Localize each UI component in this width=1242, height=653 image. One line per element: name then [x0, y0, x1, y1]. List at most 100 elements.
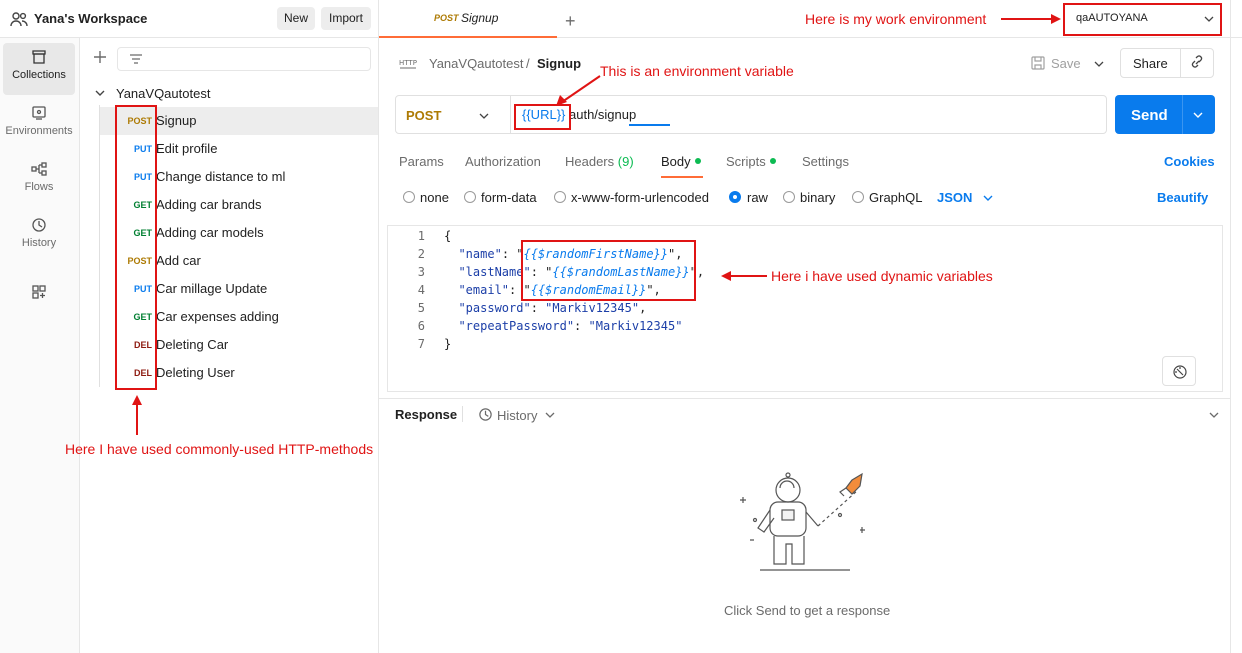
breadcrumb-collection[interactable]: YanaVQautotest — [429, 56, 523, 71]
radio-graphql-label: GraphQL — [869, 190, 923, 205]
save-button[interactable]: Save — [1051, 56, 1081, 71]
share-divider — [1180, 48, 1181, 78]
request-label: Add car — [156, 253, 201, 268]
new-tab-button[interactable]: + — [565, 11, 576, 32]
radio-raw[interactable] — [729, 191, 741, 203]
http-icon: HTTP — [399, 59, 417, 69]
rail-item-configure[interactable] — [3, 278, 75, 308]
breadcrumb-request[interactable]: Signup — [537, 56, 581, 71]
link-icon[interactable] — [1189, 55, 1205, 71]
rail-label: History — [21, 237, 57, 249]
collapse-chevron-icon[interactable] — [1209, 411, 1219, 419]
radio-urlencoded[interactable] — [554, 191, 566, 203]
send-label: Send — [1131, 107, 1168, 124]
annotation-box-http-methods — [115, 105, 157, 390]
share-label: Share — [1133, 56, 1168, 71]
new-button[interactable]: New — [277, 7, 315, 30]
filter-icon — [130, 54, 142, 64]
url-bar — [395, 95, 1107, 134]
status-dot — [694, 158, 701, 164]
request-label: Deleting Car — [156, 337, 229, 352]
annotation-environment-variable: This is an environment variable — [600, 63, 794, 79]
request-label: Edit profile — [156, 141, 218, 156]
filter-input[interactable] — [117, 47, 371, 71]
code-line: "password": "Markiv12345", — [458, 301, 647, 315]
response-label: Response — [395, 407, 458, 422]
ai-assist-button[interactable] — [1162, 356, 1196, 386]
tab-settings[interactable]: Settings — [802, 154, 849, 169]
response-empty-text: Click Send to get a response — [724, 603, 891, 618]
active-tab-indicator — [661, 176, 703, 178]
tab-body-label: Body — [661, 154, 691, 169]
plus-icon[interactable] — [93, 50, 107, 64]
method-select[interactable]: POST — [406, 108, 441, 123]
sparkle-icon — [1173, 365, 1187, 379]
code-open-brace: { — [444, 229, 452, 243]
radio-form-data[interactable] — [464, 191, 476, 203]
radio-binary[interactable] — [783, 191, 795, 203]
request-label: Adding car brands — [156, 197, 262, 212]
add-workbench-icon — [32, 285, 46, 299]
line-number: 6 — [417, 319, 425, 333]
send-divider — [1182, 95, 1183, 134]
rail-item-environments[interactable]: Environments — [3, 99, 75, 151]
url-input[interactable]: auth/signup — [569, 107, 636, 122]
radio-urlencoded-label: x-www-form-urlencoded — [571, 190, 709, 205]
svg-text:HTTP: HTTP — [399, 59, 417, 67]
chevron-down-icon[interactable] — [95, 89, 105, 97]
radio-none[interactable] — [403, 191, 415, 203]
chevron-down-icon — [983, 195, 993, 201]
tab-scripts[interactable]: Scripts — [726, 154, 776, 169]
line-number: 7 — [417, 337, 425, 351]
workspace-title[interactable]: Yana's Workspace — [34, 11, 147, 26]
radio-graphql[interactable] — [852, 191, 864, 203]
annotation-work-environment: Here is my work environment — [805, 11, 987, 27]
url-divider — [510, 95, 511, 134]
annotation-box-environment — [1063, 3, 1222, 36]
json-key: "name" — [458, 247, 502, 261]
line-number: 5 — [417, 301, 425, 315]
request-label: Car expenses adding — [156, 309, 279, 324]
line-number: 3 — [417, 265, 425, 279]
chevron-down-icon[interactable] — [1193, 111, 1203, 119]
rail-label: Environments — [5, 125, 73, 137]
format-select[interactable]: JSON — [937, 190, 972, 205]
status-dot — [769, 158, 776, 164]
annotation-box-dynamic-variables — [521, 240, 696, 301]
tab-headers[interactable]: Headers (9) — [565, 154, 634, 169]
radio-form-data-label: form-data — [481, 190, 537, 205]
rail-item-history[interactable]: History — [3, 211, 75, 263]
collection-name[interactable]: YanaVQautotest — [116, 86, 210, 101]
request-label: Deleting User — [156, 365, 235, 380]
response-history-button[interactable]: History — [497, 408, 537, 423]
tab-scripts-label: Scripts — [726, 154, 766, 169]
tab-params[interactable]: Params — [399, 154, 444, 169]
json-key: "repeatPassword" — [458, 319, 575, 333]
environments-icon — [32, 106, 46, 120]
cookies-link[interactable]: Cookies — [1164, 154, 1215, 169]
line-number: 2 — [417, 247, 425, 261]
line-number: 1 — [417, 229, 425, 243]
annotation-box-url-variable — [514, 104, 571, 130]
chevron-down-icon[interactable] — [1094, 60, 1104, 68]
import-button[interactable]: Import — [321, 7, 371, 30]
annotation-arrow-up — [132, 395, 142, 435]
history-icon — [32, 218, 46, 232]
rail-item-collections[interactable]: Collections — [3, 43, 75, 95]
request-label: Car millage Update — [156, 281, 268, 296]
annotation-arrow-right — [1001, 14, 1061, 24]
json-value: "Markiv12345" — [588, 319, 683, 333]
tab-body[interactable]: Body — [661, 154, 701, 169]
response-separator — [462, 406, 463, 422]
right-divider — [1230, 0, 1231, 653]
url-cursor-underline — [629, 124, 670, 126]
json-key: "email" — [458, 283, 510, 297]
json-key: "lastName" — [458, 265, 531, 279]
collections-icon — [32, 50, 46, 64]
tab-authorization[interactable]: Authorization — [465, 154, 541, 169]
beautify-button[interactable]: Beautify — [1157, 190, 1208, 205]
annotation-arrow-left — [721, 271, 767, 281]
annotation-dynamic-variables: Here i have used dynamic variables — [771, 268, 993, 284]
rail-item-flows[interactable]: Flows — [3, 155, 75, 207]
json-key: "password" — [458, 301, 531, 315]
